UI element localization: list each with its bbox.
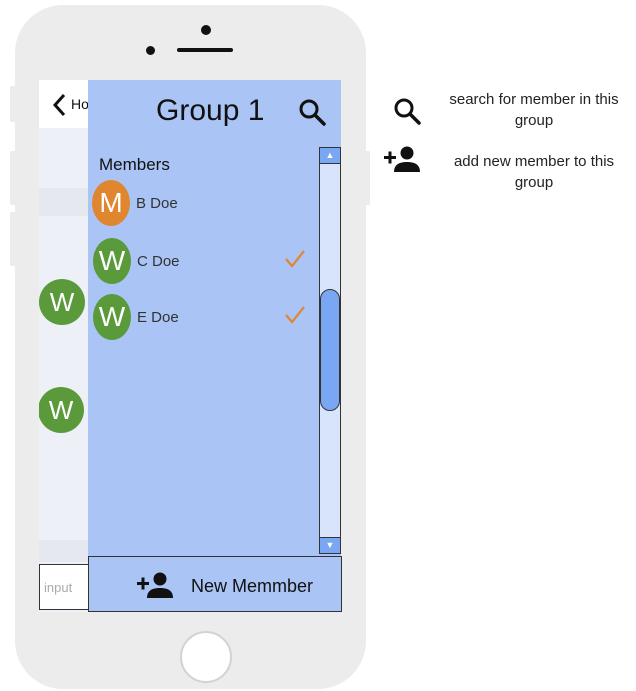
member-avatar: W [93, 238, 131, 284]
scroll-thumb[interactable] [320, 289, 340, 411]
back-chevron-icon[interactable] [51, 92, 67, 124]
member-row[interactable]: W E Doe [88, 294, 318, 344]
front-sensor [146, 46, 155, 55]
speaker-grille [177, 48, 233, 52]
chat-avatar: W [39, 279, 85, 325]
members-heading: Members [99, 155, 170, 174]
members-drawer: Group 1 Members M B Doe W C Doe W E Doe … [88, 80, 341, 612]
scroll-up-arrow-icon[interactable]: ▲ [320, 148, 340, 164]
person-add-icon [137, 571, 173, 599]
power-button[interactable] [362, 151, 370, 205]
legend-search-text: search for member in this group [449, 91, 619, 129]
checkmark-icon[interactable] [284, 304, 306, 326]
chat-avatar: W [39, 387, 84, 433]
legend-add-text: add new member to this group [453, 153, 615, 191]
member-name: C Doe [137, 253, 180, 270]
camera [201, 25, 211, 35]
scroll-down-arrow-icon[interactable]: ▼ [320, 537, 340, 553]
member-avatar: M [92, 180, 130, 226]
drawer-title: Group 1 [156, 94, 265, 127]
volume-up-button[interactable] [10, 151, 18, 205]
members-scrollbar[interactable]: ▲ ▼ [319, 147, 341, 554]
member-avatar: W [93, 294, 131, 340]
person-add-icon [384, 145, 420, 173]
back-label[interactable]: Ho [71, 96, 89, 112]
member-row[interactable]: W C Doe [88, 238, 318, 288]
search-icon [393, 97, 421, 125]
message-input-box[interactable] [39, 564, 89, 610]
message-input[interactable] [40, 565, 88, 609]
volume-down-button[interactable] [10, 212, 18, 266]
checkmark-icon[interactable] [284, 248, 306, 270]
home-button[interactable] [180, 631, 232, 683]
new-member-label: New Memmber [191, 576, 314, 596]
search-icon[interactable] [298, 98, 326, 126]
mute-switch[interactable] [10, 86, 18, 122]
member-name: E Doe [137, 309, 179, 326]
member-row[interactable]: M B Doe [88, 180, 318, 230]
member-name: B Doe [136, 195, 178, 212]
new-member-button[interactable]: New Memmber [88, 556, 342, 612]
